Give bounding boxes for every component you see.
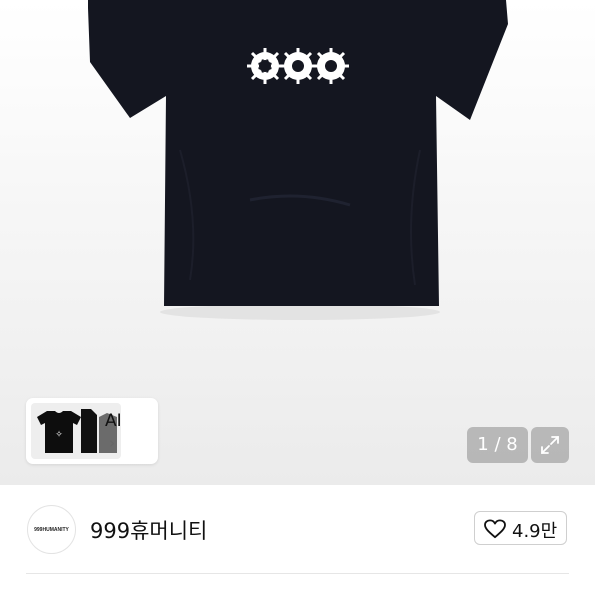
- shop-avatar[interactable]: 999HUMANITY: [27, 505, 76, 554]
- shop-avatar-text: 999HUMANITY: [34, 526, 69, 533]
- shop-name[interactable]: 999휴머니티: [90, 515, 207, 545]
- svg-text:✧: ✧: [55, 430, 63, 440]
- chest-print: [247, 48, 349, 84]
- product-image[interactable]: ✧ AI › 1 / 8: [0, 0, 595, 485]
- like-button[interactable]: 4.9만: [474, 511, 567, 545]
- image-pager: 1 / 8: [467, 427, 528, 463]
- tshirt-body: [88, 0, 508, 306]
- like-count: 4.9만: [512, 521, 558, 542]
- ai-recommendation-card[interactable]: ✧: [26, 398, 158, 464]
- shop-info-row: 999HUMANITY 999휴머니티 4.9만: [0, 485, 595, 595]
- expand-button[interactable]: [531, 427, 569, 463]
- expand-arrows-icon: [541, 436, 559, 454]
- ai-label[interactable]: AI: [105, 411, 122, 431]
- heart-icon: [484, 519, 506, 539]
- chevron-right-icon[interactable]: ›: [109, 436, 115, 451]
- divider: [26, 573, 569, 574]
